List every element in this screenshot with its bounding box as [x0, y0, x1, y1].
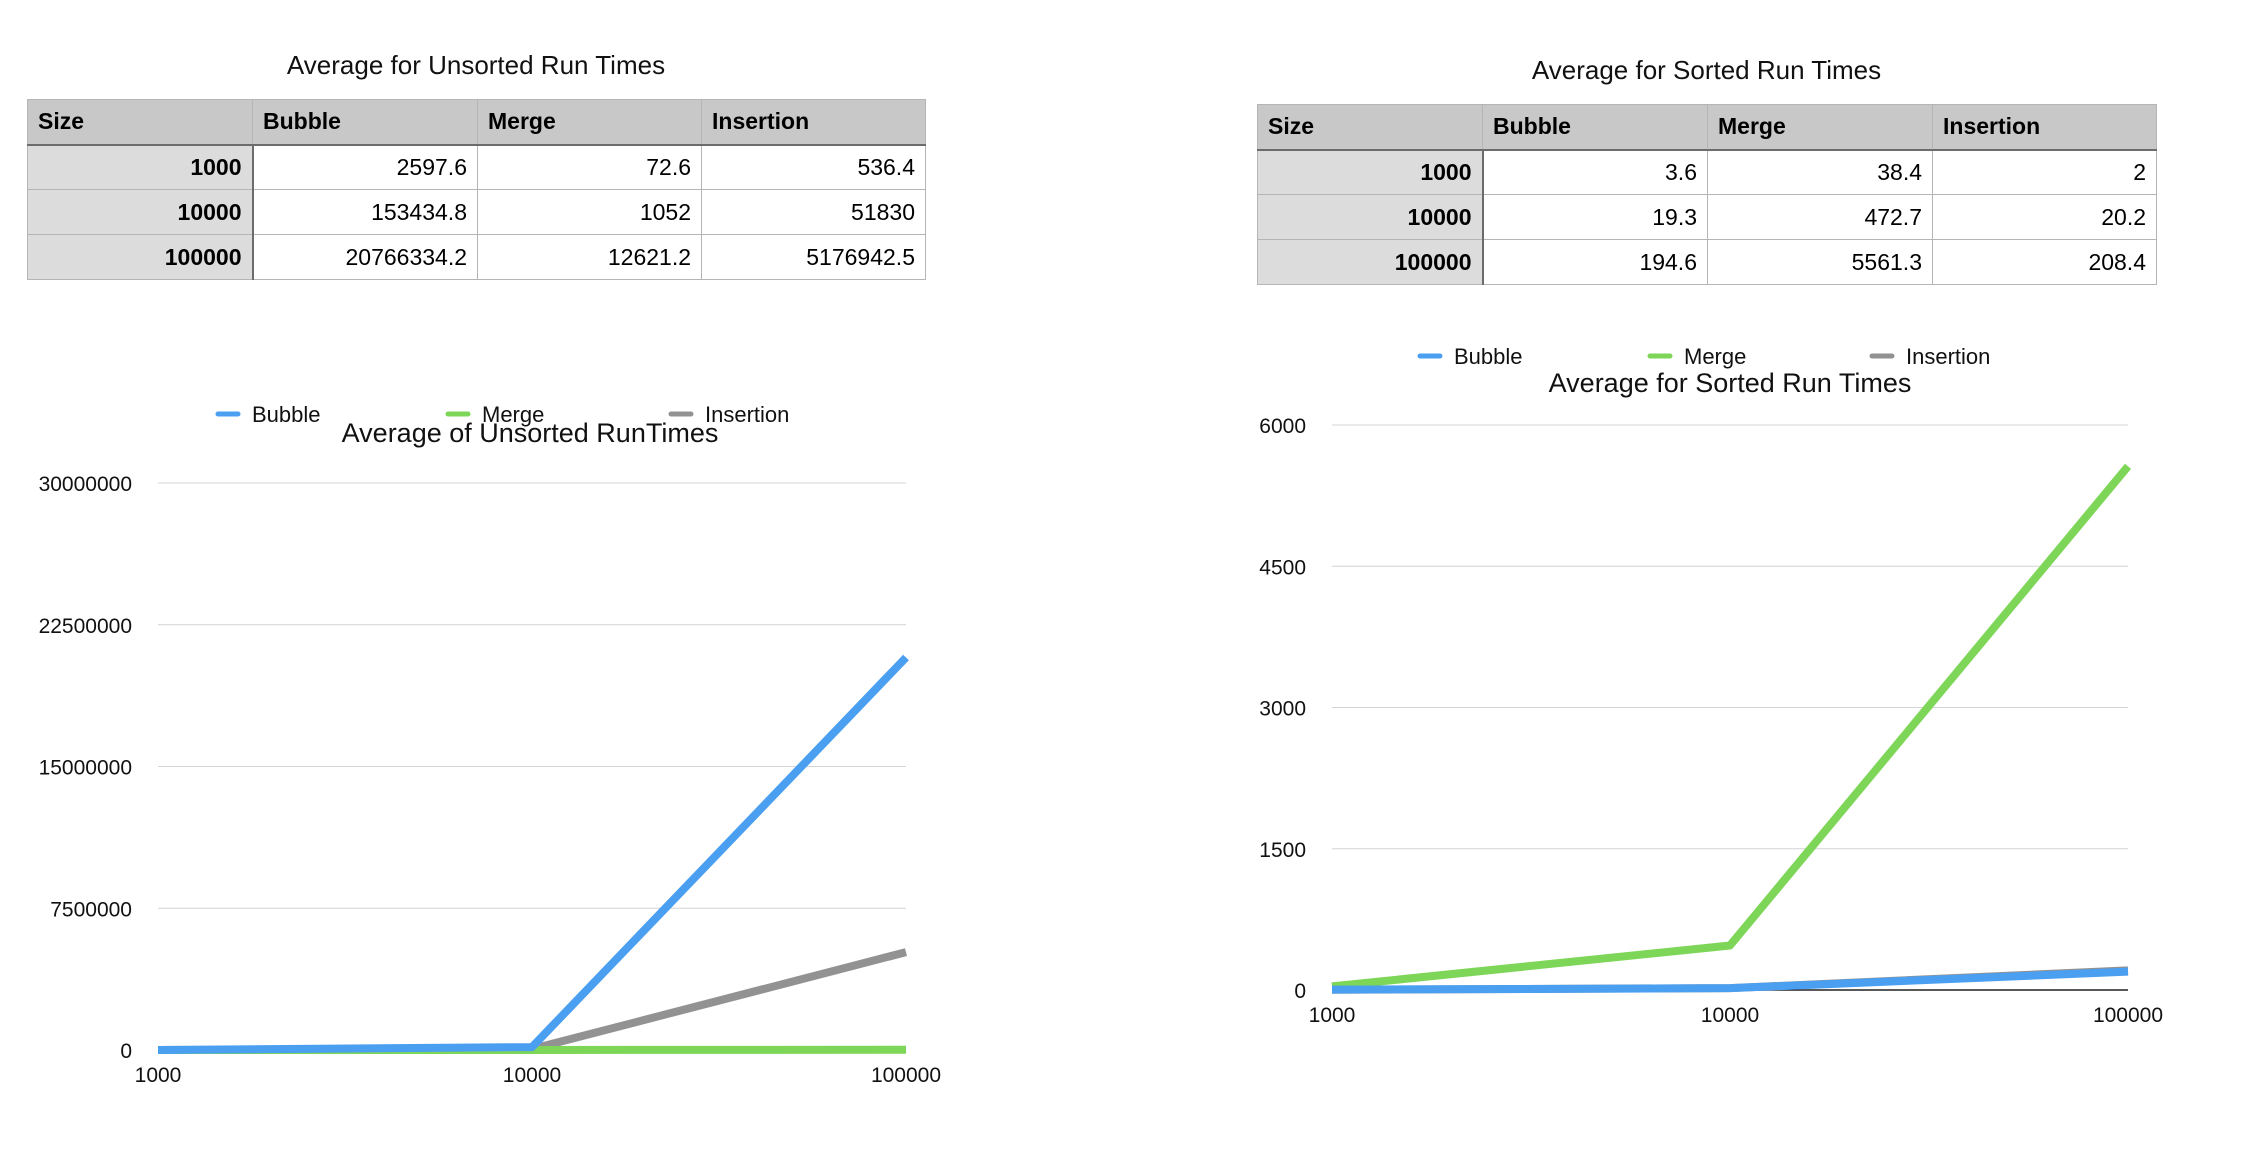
row-size-cell: 1000: [27, 144, 254, 190]
legend-label: Merge: [1684, 344, 1746, 369]
table-header-row: Size Bubble Merge Insertion: [1257, 104, 2157, 151]
row-size-cell: 1000: [1257, 149, 1484, 195]
x-tick-label: 100000: [2093, 1004, 2163, 1027]
table-cell: 2597.6: [252, 144, 478, 190]
sorted-runtimes-line-chart: Bubble Merge InsertionAverage for Sorted R…: [1259, 344, 2163, 1027]
table-row: 1000 3.6 38.4 2: [1257, 149, 2157, 195]
table-row: 10000 153434.8 1052 51830: [27, 189, 926, 235]
header-bubble: Bubble: [252, 99, 478, 146]
x-tick-label: 1000: [135, 1064, 182, 1087]
header-insertion: Insertion: [701, 99, 926, 146]
x-tick-label: 1000: [1309, 1004, 1356, 1027]
y-tick-label: 15000000: [39, 757, 132, 780]
chart-title: Average of Unsorted RunTimes: [342, 418, 719, 448]
table-cell: 20766334.2: [252, 234, 478, 280]
legend-label: Insertion: [1906, 344, 1990, 369]
table-row: 1000 2597.6 72.6 536.4: [27, 144, 926, 190]
series-line-merge: [1331, 463, 2132, 991]
header-insertion: Insertion: [1932, 104, 2157, 151]
y-tick-label: 22500000: [39, 615, 132, 638]
header-merge: Merge: [1707, 104, 1933, 151]
table-row: 100000 20766334.2 12621.2 5176942.5: [27, 234, 926, 280]
sorted-runtimes-table: Size Bubble Merge Insertion 1000 3.6 38.…: [1257, 104, 2157, 285]
y-tick-label: 4500: [1259, 556, 1306, 579]
y-tick-label: 1500: [1259, 839, 1306, 862]
y-tick-label: 0: [120, 1040, 132, 1063]
y-tick-label: 7500000: [50, 898, 132, 921]
table-cell: 5176942.5: [701, 234, 926, 280]
header-merge: Merge: [477, 99, 702, 146]
row-size-cell: 100000: [27, 234, 254, 280]
table-cell: 5561.3: [1707, 239, 1933, 285]
chart-title: Average for Sorted Run Times: [1549, 368, 1912, 398]
table-cell: 38.4: [1707, 149, 1933, 195]
table-cell: 72.6: [477, 144, 702, 190]
table-cell: 3.6: [1482, 149, 1708, 195]
legend-label: Bubble: [1454, 344, 1523, 369]
table-cell: 20.2: [1932, 194, 2157, 240]
y-tick-label: 3000: [1259, 698, 1306, 721]
table-header-row: Size Bubble Merge Insertion: [27, 99, 926, 146]
row-size-cell: 10000: [1257, 194, 1484, 240]
series-line-insertion: [157, 948, 908, 1054]
table-row: 100000 194.6 5561.3 208.4: [1257, 239, 2157, 285]
unsorted-table-title: Average for Unsorted Run Times: [286, 50, 666, 80]
table-cell: 472.7: [1707, 194, 1933, 240]
table-cell: 153434.8: [252, 189, 478, 235]
legend-item-merge: Merge: [1647, 344, 1746, 369]
table-cell: 12621.2: [477, 234, 702, 280]
table-cell: 2: [1932, 149, 2157, 195]
table-row: 10000 19.3 472.7 20.2: [1257, 194, 2157, 240]
header-size: Size: [27, 99, 253, 146]
series-line-bubble: [157, 654, 909, 1054]
y-tick-label: 30000000: [39, 473, 132, 496]
legend-item-insertion: Insertion: [1869, 344, 1990, 369]
row-size-cell: 10000: [27, 189, 254, 235]
table-cell: 51830: [701, 189, 926, 235]
table-cell: 19.3: [1482, 194, 1708, 240]
table-cell: 536.4: [701, 144, 926, 190]
legend-label: Bubble: [252, 402, 321, 427]
unsorted-runtimes-table: Size Bubble Merge Insertion 1000 2597.6 …: [27, 99, 926, 280]
table-cell: 208.4: [1932, 239, 2157, 285]
x-tick-label: 10000: [1701, 1004, 1759, 1027]
row-size-cell: 100000: [1257, 239, 1484, 285]
y-tick-label: 6000: [1259, 415, 1306, 438]
x-tick-label: 100000: [871, 1064, 941, 1087]
unsorted-runtimes-line-chart: Bubble Merge InsertionAverage of Unsorted …: [39, 402, 941, 1087]
header-bubble: Bubble: [1482, 104, 1708, 151]
header-size: Size: [1257, 104, 1483, 151]
table-cell: 1052: [477, 189, 702, 235]
x-tick-label: 10000: [503, 1064, 561, 1087]
table-cell: 194.6: [1482, 239, 1708, 285]
legend-item-bubble: Bubble: [1417, 344, 1523, 369]
legend-item-bubble: Bubble: [215, 402, 321, 427]
y-tick-label: 0: [1294, 980, 1306, 1003]
sorted-table-title: Average for Sorted Run Times: [1531, 55, 1882, 85]
